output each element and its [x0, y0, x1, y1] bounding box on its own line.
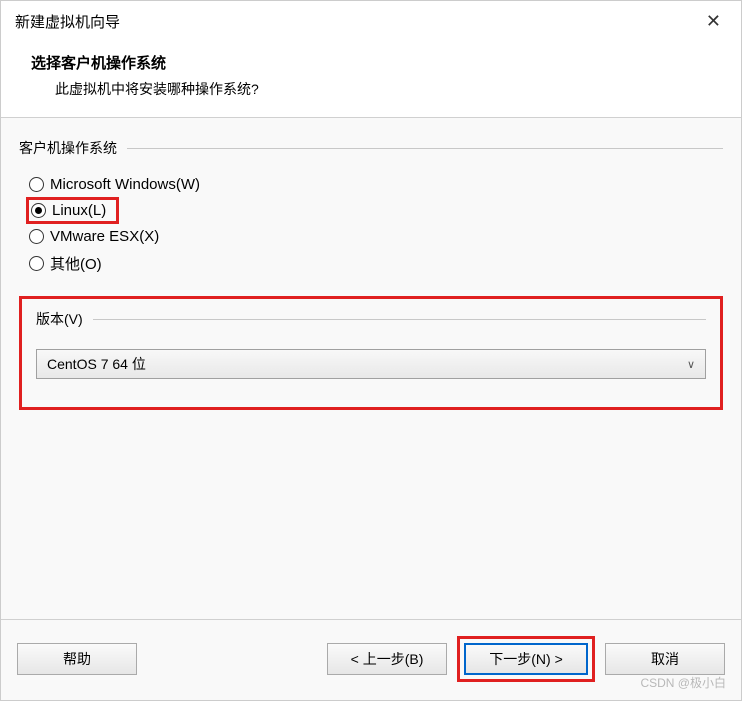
radio-icon	[29, 256, 44, 271]
back-button[interactable]: < 上一步(B)	[327, 643, 447, 675]
radio-linux[interactable]: Linux(L)	[31, 202, 106, 219]
titlebar: 新建虚拟机向导 ✕	[1, 1, 741, 40]
footer-right-group: < 上一步(B) 下一步(N) > 取消	[327, 636, 725, 682]
close-icon[interactable]: ✕	[700, 9, 727, 34]
os-radio-group: Microsoft Windows(W) Linux(L) VMware ESX…	[19, 164, 723, 278]
radio-other[interactable]: 其他(O)	[29, 249, 723, 278]
version-dropdown[interactable]: CentOS 7 64 位 ∨	[36, 349, 706, 379]
radio-label: Linux(L)	[52, 202, 106, 219]
radio-icon	[29, 229, 44, 244]
cancel-button[interactable]: 取消	[605, 643, 725, 675]
radio-windows[interactable]: Microsoft Windows(W)	[29, 172, 723, 197]
os-group-label: 客户机操作系统	[19, 138, 121, 164]
radio-label: Microsoft Windows(W)	[50, 176, 200, 193]
os-fieldset: 客户机操作系统 Microsoft Windows(W) Linux(L) VM…	[19, 138, 723, 278]
radio-label: 其他(O)	[50, 253, 102, 274]
header-subtitle: 此虚拟机中将安装哪种操作系统?	[31, 79, 711, 99]
highlight-linux: Linux(L)	[26, 197, 119, 224]
version-label: 版本(V)	[36, 309, 87, 335]
header-section: 选择客户机操作系统 此虚拟机中将安装哪种操作系统?	[1, 40, 741, 118]
footer: 帮助 < 上一步(B) 下一步(N) > 取消	[1, 619, 741, 700]
divider	[36, 319, 706, 320]
highlight-next: 下一步(N) >	[457, 636, 595, 682]
wizard-window: 新建虚拟机向导 ✕ 选择客户机操作系统 此虚拟机中将安装哪种操作系统? 客户机操…	[0, 0, 742, 701]
header-title: 选择客户机操作系统	[31, 52, 711, 73]
dropdown-selected: CentOS 7 64 位	[47, 354, 146, 374]
next-button[interactable]: 下一步(N) >	[464, 643, 588, 675]
radio-icon	[29, 177, 44, 192]
highlight-version: 版本(V) CentOS 7 64 位 ∨	[19, 296, 723, 410]
help-button[interactable]: 帮助	[17, 643, 137, 675]
radio-icon	[31, 203, 46, 218]
chevron-down-icon: ∨	[687, 358, 695, 371]
radio-vmware-esx[interactable]: VMware ESX(X)	[29, 224, 723, 249]
radio-label: VMware ESX(X)	[50, 228, 159, 245]
window-title: 新建虚拟机向导	[15, 11, 120, 32]
version-fieldset: 版本(V) CentOS 7 64 位 ∨	[36, 309, 706, 379]
content-area: 客户机操作系统 Microsoft Windows(W) Linux(L) VM…	[1, 118, 741, 619]
